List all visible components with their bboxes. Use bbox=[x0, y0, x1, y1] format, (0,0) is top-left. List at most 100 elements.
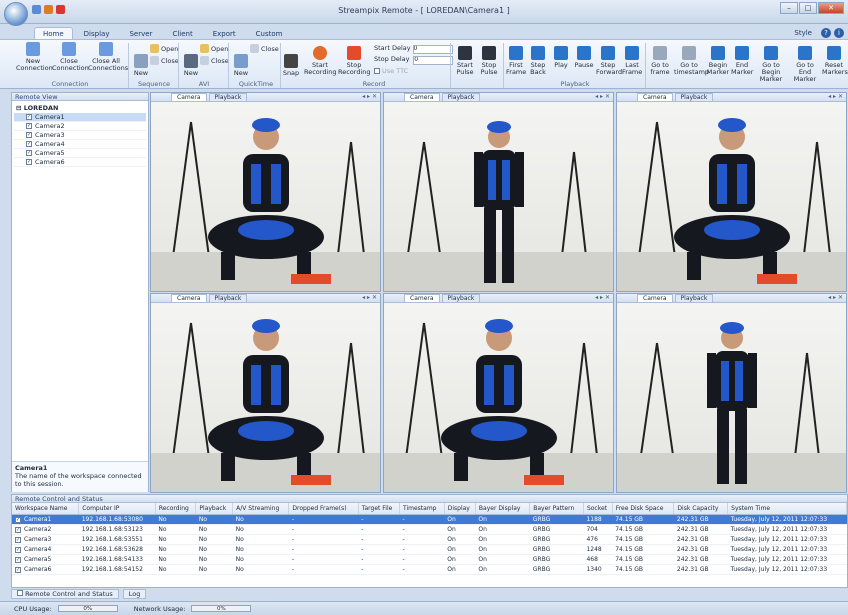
checkbox[interactable]: ✓ bbox=[15, 536, 21, 543]
use-ttc-checkbox[interactable]: Use TTC bbox=[374, 67, 408, 75]
column-header[interactable]: Display bbox=[444, 503, 476, 515]
tree-item-camera6[interactable]: ✓ Camera6 bbox=[14, 158, 146, 167]
column-header[interactable]: Bayer Display bbox=[475, 503, 531, 515]
first-frame-button[interactable]: First Frame bbox=[506, 46, 526, 76]
sequence-close-button[interactable]: Close bbox=[150, 56, 179, 65]
avi-close-button[interactable]: Close bbox=[200, 56, 229, 65]
table-row[interactable]: ✓ Camera5 192.168.1.68:54133 No No No - - - On On G… bbox=[12, 554, 847, 565]
column-header[interactable]: Free Disk Space bbox=[612, 503, 675, 515]
start-recording-button[interactable]: Start Recording bbox=[304, 46, 337, 76]
tree-item-camera2[interactable]: ✓ Camera2 bbox=[14, 122, 146, 131]
pane-controls-icon[interactable]: ◂ ▸ ✕ bbox=[828, 93, 843, 100]
help-icon[interactable]: ? bbox=[821, 28, 831, 38]
table-row[interactable]: ✓ Camera1 192.168.1.68:53080 No No No - - - On On G… bbox=[12, 514, 847, 525]
style-menu[interactable]: Style bbox=[794, 29, 812, 37]
info-icon[interactable]: i bbox=[834, 28, 844, 38]
start-delay-field: Start Delay bbox=[374, 44, 453, 54]
column-header[interactable]: Workspace Name bbox=[12, 503, 80, 515]
begin-marker-button[interactable]: Begin Marker bbox=[706, 46, 730, 76]
column-header[interactable]: Timestamp bbox=[399, 503, 445, 515]
go-begin-marker-button[interactable]: Go to Begin Marker bbox=[754, 46, 788, 83]
table-row[interactable]: ✓ Camera3 192.168.1.68:53551 No No No - - - On On G… bbox=[12, 534, 847, 545]
tree-root[interactable]: ⊟ LOREDAN bbox=[14, 103, 146, 113]
tab-camera[interactable]: Camera bbox=[404, 294, 440, 302]
column-header[interactable]: Dropped Frame(s) bbox=[288, 503, 359, 515]
sequence-open-button[interactable]: Open bbox=[150, 44, 178, 53]
column-header[interactable]: Target File bbox=[358, 503, 400, 515]
checkbox[interactable]: ✓ bbox=[26, 141, 32, 147]
step-back-button[interactable]: Step Back bbox=[528, 46, 548, 76]
pane-controls-icon[interactable]: ◂ ▸ ✕ bbox=[595, 93, 610, 100]
column-header[interactable]: Recording bbox=[155, 503, 197, 515]
tab-camera[interactable]: Camera bbox=[637, 93, 673, 101]
pane-controls-icon[interactable]: ◂ ▸ ✕ bbox=[362, 93, 377, 100]
checkbox[interactable]: ✓ bbox=[15, 546, 21, 553]
tree-item-camera4[interactable]: ✓ Camera4 bbox=[14, 140, 146, 149]
quicktime-close-button[interactable]: Close bbox=[250, 44, 279, 53]
new-connection-button[interactable]: New Connection bbox=[16, 42, 53, 72]
checkbox[interactable]: ✓ bbox=[15, 526, 21, 533]
tab-camera[interactable]: Camera bbox=[171, 294, 207, 302]
tree-item-camera3[interactable]: ✓ Camera3 bbox=[14, 131, 146, 140]
checkbox[interactable]: ✓ bbox=[15, 556, 21, 563]
tab-camera[interactable]: Camera bbox=[404, 93, 440, 101]
go-end-marker-button[interactable]: Go to End Marker bbox=[789, 46, 821, 83]
checkbox[interactable]: ✓ bbox=[15, 516, 21, 523]
tab-playback[interactable]: Playback bbox=[674, 294, 714, 302]
column-header[interactable]: Playback bbox=[195, 503, 234, 515]
column-header[interactable]: Disk Capacity bbox=[673, 503, 729, 515]
sequence-new-button[interactable]: New bbox=[132, 54, 150, 77]
pause-button[interactable]: Pause bbox=[574, 46, 594, 69]
pane-controls-icon[interactable]: ◂ ▸ ✕ bbox=[828, 294, 843, 301]
step-forward-button[interactable]: Step Forward bbox=[596, 46, 622, 76]
end-marker-button[interactable]: End Marker bbox=[731, 46, 753, 76]
column-header[interactable]: A/V Streaming bbox=[232, 503, 290, 515]
checkbox[interactable]: ✓ bbox=[26, 150, 32, 156]
tab-playback[interactable]: Playback bbox=[674, 93, 714, 101]
camera-video-feed bbox=[617, 102, 846, 291]
reset-markers-button[interactable]: Reset Markers bbox=[822, 46, 848, 76]
tab-log[interactable]: Log bbox=[122, 589, 147, 599]
table-row[interactable]: ✓ Camera4 192.168.1.68:53628 No No No - - - On On G… bbox=[12, 544, 847, 555]
last-frame-button[interactable]: Last Frame bbox=[622, 46, 642, 76]
tab-playback[interactable]: Playback bbox=[208, 93, 248, 101]
go-to-frame-button[interactable]: Go to frame bbox=[648, 46, 672, 76]
go-to-timestamp-button[interactable]: Go to timestamp bbox=[674, 46, 709, 76]
tab-camera[interactable]: Camera bbox=[171, 93, 207, 101]
checkbox[interactable]: ✓ bbox=[26, 132, 32, 138]
close-window-button[interactable]: ✕ bbox=[818, 2, 844, 14]
checkbox[interactable]: ✓ bbox=[26, 114, 32, 120]
stop-pulse-button[interactable]: Stop Pulse bbox=[478, 46, 500, 76]
tree-item-camera5[interactable]: ✓ Camera5 bbox=[14, 149, 146, 158]
start-delay-input[interactable] bbox=[412, 44, 453, 54]
minimize-button[interactable]: – bbox=[780, 2, 798, 14]
checkbox[interactable]: ✓ bbox=[26, 123, 32, 129]
quicktime-new-button[interactable]: New bbox=[232, 54, 250, 77]
column-header[interactable]: System Time bbox=[727, 503, 847, 515]
tree-item-camera1[interactable]: ✓ Camera1 bbox=[14, 113, 146, 122]
column-header[interactable]: Bayer Pattern bbox=[529, 503, 584, 515]
checkbox[interactable]: ✓ bbox=[26, 159, 32, 165]
stop-delay-input[interactable] bbox=[413, 55, 454, 65]
tab-remote-control-status[interactable]: Remote Control and Status bbox=[11, 589, 119, 599]
avi-new-button[interactable]: New bbox=[182, 54, 200, 77]
tab-playback[interactable]: Playback bbox=[441, 93, 481, 101]
pane-controls-icon[interactable]: ◂ ▸ ✕ bbox=[362, 294, 377, 301]
play-button[interactable]: Play bbox=[551, 46, 571, 69]
tab-playback[interactable]: Playback bbox=[208, 294, 248, 302]
table-row[interactable]: ✓ Camera2 192.168.1.68:53123 No No No - - - On On G… bbox=[12, 524, 847, 535]
tab-playback[interactable]: Playback bbox=[441, 294, 481, 302]
checkbox[interactable]: ✓ bbox=[15, 566, 21, 573]
start-pulse-button[interactable]: Start Pulse bbox=[454, 46, 476, 76]
tab-camera[interactable]: Camera bbox=[637, 294, 673, 302]
column-header[interactable]: Computer IP bbox=[78, 503, 156, 515]
close-connection-button[interactable]: Close Connection bbox=[52, 42, 89, 72]
pane-controls-icon[interactable]: ◂ ▸ ✕ bbox=[595, 294, 610, 301]
stop-recording-button[interactable]: Stop Recording bbox=[338, 46, 371, 76]
close-all-connections-button[interactable]: Close All Connections bbox=[88, 42, 128, 72]
table-row[interactable]: ✓ Camera6 192.168.1.68:54152 No No No - - - On On G… bbox=[12, 564, 847, 575]
maximize-button[interactable]: □ bbox=[799, 2, 817, 14]
column-header[interactable]: Socket bbox=[583, 503, 613, 515]
snap-button[interactable]: Snap bbox=[282, 54, 300, 77]
avi-open-button[interactable]: Open bbox=[200, 44, 228, 53]
